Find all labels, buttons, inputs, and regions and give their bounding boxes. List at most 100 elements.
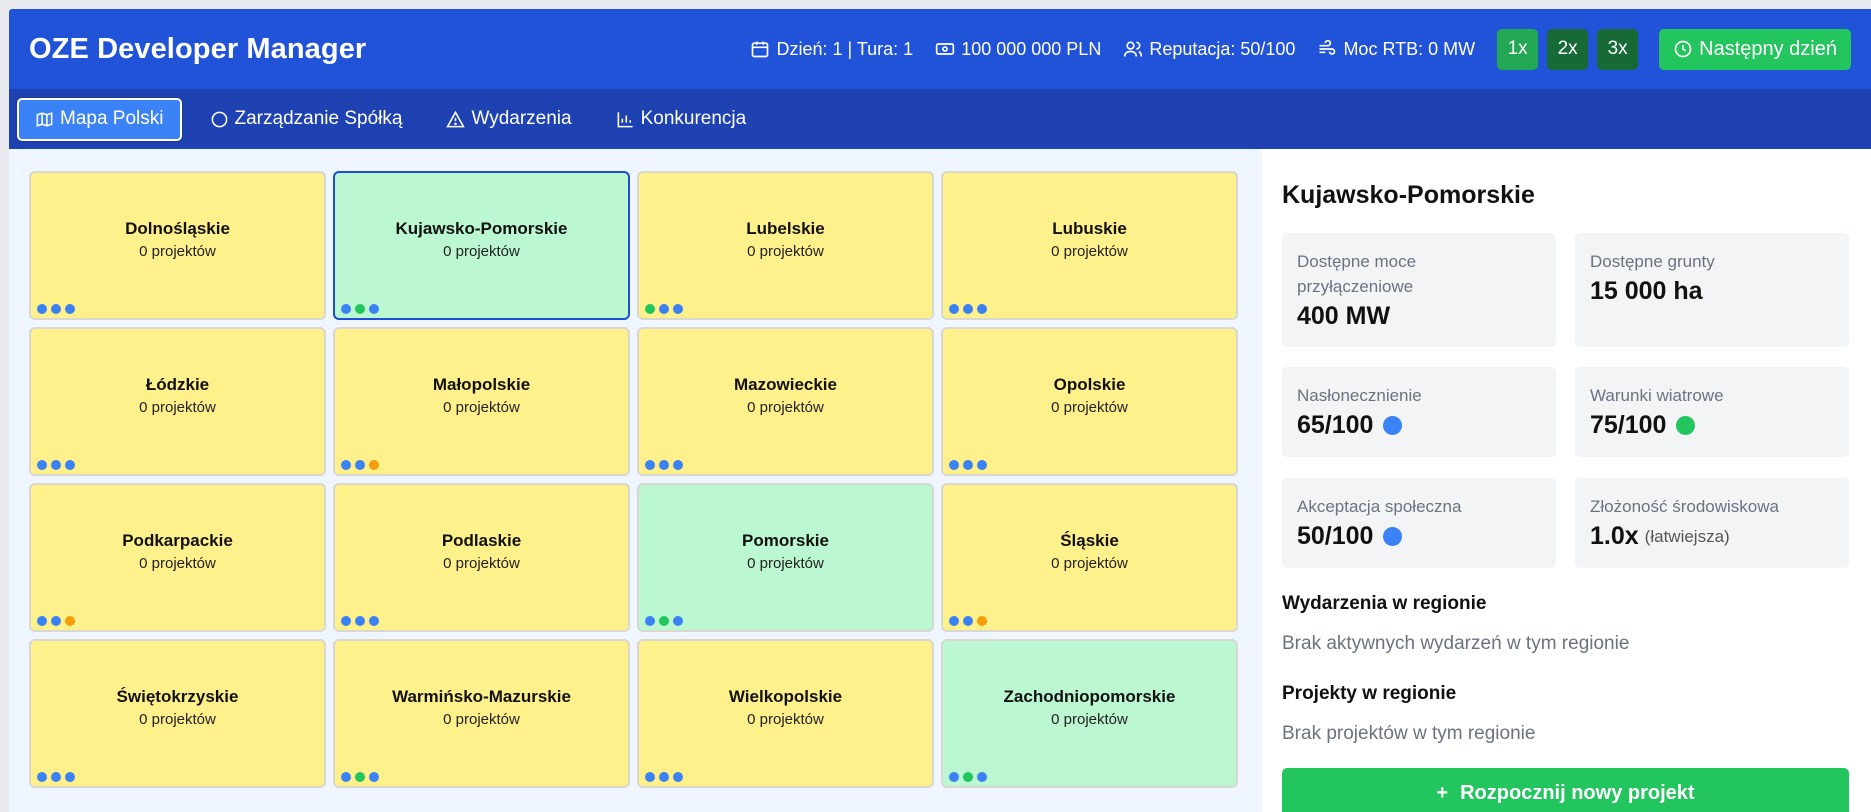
card-label: Złożoność środowiskowa xyxy=(1590,497,1779,516)
region-name: Dolnośląskie xyxy=(125,219,230,238)
plus-icon: + xyxy=(1436,781,1449,804)
money-stat: 100 000 000 PLN xyxy=(935,39,1101,60)
indicator-dot xyxy=(645,772,655,782)
indicator-dot xyxy=(341,772,351,782)
events-heading: Wydarzenia w regionie xyxy=(1282,593,1487,614)
region-tile[interactable]: Małopolskie 0 projektów xyxy=(333,327,630,476)
banknote-icon xyxy=(936,43,955,55)
region-project-count: 0 projektów xyxy=(139,399,216,416)
indicator-dot xyxy=(977,772,987,782)
region-indicator-dots xyxy=(37,772,79,782)
region-name: Pomorskie xyxy=(742,531,829,550)
region-tile[interactable]: Dolnośląskie 0 projektów xyxy=(29,171,326,320)
speed-1x-button[interactable]: 1x xyxy=(1497,28,1539,70)
indicator-dot xyxy=(949,616,959,626)
next-day-button[interactable]: Następny dzień xyxy=(1659,28,1851,70)
value-text: 1.0x xyxy=(1590,522,1639,550)
region-name: Podkarpackie xyxy=(122,531,233,550)
region-name: Warmińsko-Mazurskie xyxy=(392,687,571,706)
region-indicator-dots xyxy=(949,460,991,470)
region-tile[interactable]: Warmińsko-Mazurskie 0 projektów xyxy=(333,639,630,788)
region-title: Kujawsko-Pomorskie xyxy=(1282,181,1535,209)
region-tile[interactable]: Śląskie 0 projektów xyxy=(941,483,1238,632)
tab-label: Konkurencja xyxy=(640,108,747,129)
value-text: 15 000 ha xyxy=(1590,277,1703,305)
day-text: Dzień: 1 | Tura: 1 xyxy=(776,38,914,59)
region-name: Podlaskie xyxy=(441,531,522,550)
warning-icon xyxy=(446,110,466,127)
indicator-dot xyxy=(673,772,683,782)
region-tile[interactable]: Zachodniopomorskie 0 projektów xyxy=(941,639,1238,788)
tab-konkurencja[interactable]: Konkurencja xyxy=(600,98,763,141)
region-grid: Dolnośląskie 0 projektów Kujawsko-Pomorski… xyxy=(29,171,1238,788)
indicator-dot xyxy=(51,460,61,470)
indicator-dot xyxy=(355,772,365,782)
indicator-dot xyxy=(37,460,47,470)
value-text: 50/100 xyxy=(1297,522,1374,550)
app-title: OZE Developer Manager xyxy=(29,32,367,65)
power-text: Moc RTB: 0 MW xyxy=(1343,38,1476,59)
new-project-button[interactable]: + Rozpocznij nowy projekt xyxy=(1282,768,1849,812)
region-project-count: 0 projektów xyxy=(1051,711,1128,728)
indicator-dot xyxy=(51,616,61,626)
region-tile[interactable]: Lubelskie 0 projektów xyxy=(637,171,934,320)
status-dot xyxy=(1383,416,1403,435)
stats-bar: Dzień: 1 | Tura: 1 100 000 000 PLN Reput… xyxy=(750,28,1851,70)
wind-card: Warunki wiatrowe 75/100 xyxy=(1575,367,1849,457)
card-value: 50/100 xyxy=(1297,522,1541,551)
social-card: Akceptacja społeczna 50/100 xyxy=(1282,478,1556,568)
indicator-dot xyxy=(341,616,351,626)
indicator-dot xyxy=(949,772,959,782)
region-indicator-dots xyxy=(645,304,687,314)
tab-wydarzenia[interactable]: Wydarzenia xyxy=(430,98,587,141)
value-text: 75/100 xyxy=(1590,411,1667,439)
indicator-dot xyxy=(673,460,683,470)
region-indicator-dots xyxy=(645,616,687,626)
region-indicator-dots xyxy=(341,460,383,470)
reputation-stat: Reputacja: 50/100 xyxy=(1123,39,1295,60)
region-project-count: 0 projektów xyxy=(747,711,824,728)
indicator-dot xyxy=(645,616,655,626)
region-tile[interactable]: Pomorskie 0 projektów xyxy=(637,483,934,632)
region-name: Lubelskie xyxy=(746,219,825,238)
region-tile[interactable]: Wielkopolskie 0 projektów xyxy=(637,639,934,788)
indicator-dot xyxy=(977,460,987,470)
indicator-dot xyxy=(645,460,655,470)
region-name: Lubuskie xyxy=(1052,219,1127,238)
region-project-count: 0 projektów xyxy=(443,555,520,572)
status-dot xyxy=(1676,416,1696,435)
indicator-dot xyxy=(659,304,669,314)
region-tile[interactable]: Podkarpackie 0 projektów xyxy=(29,483,326,632)
region-tile[interactable]: Lubuskie 0 projektów xyxy=(941,171,1238,320)
new-project-label: Rozpocznij nowy projekt xyxy=(1460,781,1695,804)
region-project-count: 0 projektów xyxy=(443,243,520,260)
region-tile[interactable]: Świętokrzyskie 0 projektów xyxy=(29,639,326,788)
speed-3x-button[interactable]: 3x xyxy=(1597,28,1639,70)
speed-2x-button[interactable]: 2x xyxy=(1547,28,1589,70)
region-name: Kujawsko-Pomorskie xyxy=(395,219,568,238)
projects-empty-text: Brak projektów w tym regionie xyxy=(1282,723,1536,744)
region-indicator-dots xyxy=(949,772,991,782)
env-card: Złożoność środowiskowa 1.0x (łatwiejsza) xyxy=(1575,478,1849,568)
card-label: Akceptacja społeczna xyxy=(1297,497,1462,516)
region-tile[interactable]: Kujawsko-Pomorskie 0 projektów xyxy=(333,171,630,320)
region-name: Mazowieckie xyxy=(734,375,837,394)
region-name: Łódzkie xyxy=(145,375,210,394)
region-tile[interactable]: Mazowieckie 0 projektów xyxy=(637,327,934,476)
region-tile[interactable]: Opolskie 0 projektów xyxy=(941,327,1238,476)
circle-icon xyxy=(211,111,227,127)
region-project-count: 0 projektów xyxy=(747,555,824,572)
region-name: Wielkopolskie xyxy=(728,687,843,706)
tab-mapa-polski[interactable]: Mapa Polski xyxy=(17,97,182,141)
region-tile[interactable]: Łódzkie 0 projektów xyxy=(29,327,326,476)
wind-icon xyxy=(1319,39,1336,55)
indicator-dot xyxy=(341,304,351,314)
region-project-count: 0 projektów xyxy=(1051,555,1128,572)
tab-zarzadzanie-spolka[interactable]: Zarządzanie Spółką xyxy=(194,98,419,141)
app-window: OZE Developer Manager Dzień: 1 | Tura: 1… xyxy=(9,9,1871,812)
region-indicator-dots xyxy=(949,304,991,314)
region-project-count: 0 projektów xyxy=(747,399,824,416)
region-tile[interactable]: Podlaskie 0 projektów xyxy=(333,483,630,632)
projects-heading: Projekty w regionie xyxy=(1282,683,1457,704)
indicator-dot xyxy=(659,772,669,782)
